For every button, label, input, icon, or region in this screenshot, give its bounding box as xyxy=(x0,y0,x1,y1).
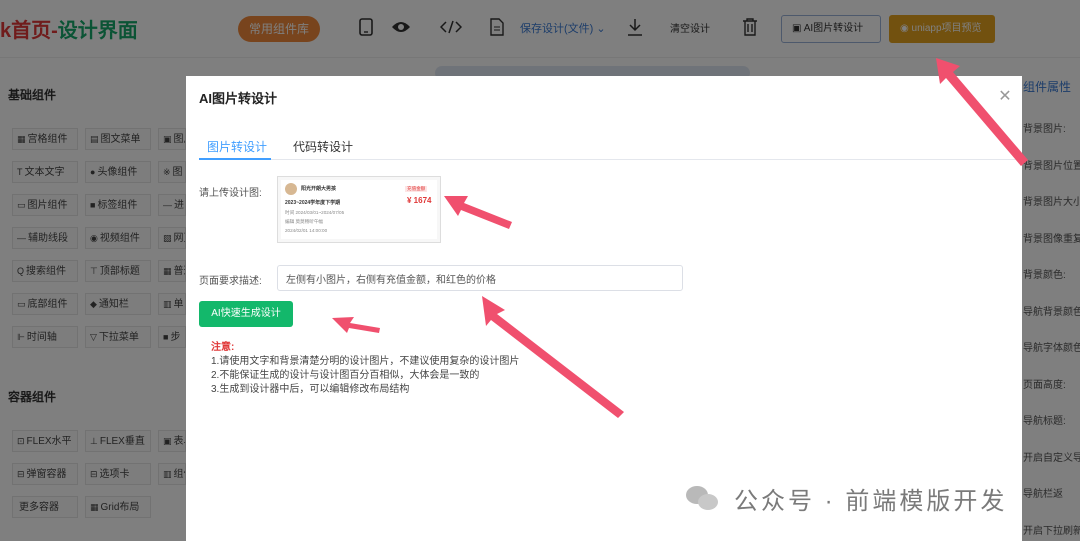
dialog-tabs: 图片转设计 代码转设计 xyxy=(199,132,1019,160)
ai-image-dialog: AI图片转设计 ✕ 图片转设计 代码转设计 请上传设计图: 阳光开朗大男孩 20… xyxy=(186,76,1022,541)
wechat-icon xyxy=(686,484,720,512)
note-line: 1.请使用文字和背景清楚分明的设计图片，不建议使用复杂的设计图片 xyxy=(211,356,520,367)
uploaded-design-preview: 阳光开朗大男孩 2023~2024学年度下学期 时间 2024/03/01~20… xyxy=(281,180,437,239)
ai-generate-button[interactable]: AI快速生成设计 xyxy=(199,301,293,327)
preview-tag: 充值金额 xyxy=(405,186,428,192)
tab-code-to-design[interactable]: 代码转设计 xyxy=(293,138,353,155)
note-line: 2.不能保证生成的设计与设计图百分百相似，大体会是一致的 xyxy=(211,370,480,381)
close-icon[interactable]: ✕ xyxy=(996,86,1014,106)
notes-title: 注意: xyxy=(211,342,235,353)
preview-time: 时间 2024/03/01~2024/07/05 xyxy=(285,210,345,215)
preview-date: 2024/02/01 14:00:00 xyxy=(285,228,328,233)
upload-label: 请上传设计图: xyxy=(199,188,262,199)
page-requirement-input[interactable] xyxy=(277,265,683,291)
preview-price: ¥ 1674 xyxy=(407,196,432,205)
preview-name: 阳光开朗大男孩 xyxy=(301,186,337,192)
watermark: 公众号 · 前端模版开发 xyxy=(686,478,1007,518)
description-label: 页面要求描述: xyxy=(199,276,262,287)
active-tab-indicator xyxy=(199,158,271,160)
preview-teacher: 编辑 莫莫畅听午幅 xyxy=(285,219,324,224)
dialog-title: AI图片转设计 xyxy=(199,91,278,106)
notes-block: 注意: 1.请使用文字和背景清楚分明的设计图片，不建议使用复杂的设计图片 2.不… xyxy=(211,341,519,397)
tab-image-to-design[interactable]: 图片转设计 xyxy=(207,138,267,155)
preview-term: 2023~2024学年度下学期 xyxy=(285,200,341,206)
design-image-upload[interactable]: 阳光开朗大男孩 2023~2024学年度下学期 时间 2024/03/01~20… xyxy=(277,176,441,243)
avatar xyxy=(285,183,297,195)
note-line: 3.生成到设计器中后，可以编辑修改布局结构 xyxy=(211,384,410,395)
